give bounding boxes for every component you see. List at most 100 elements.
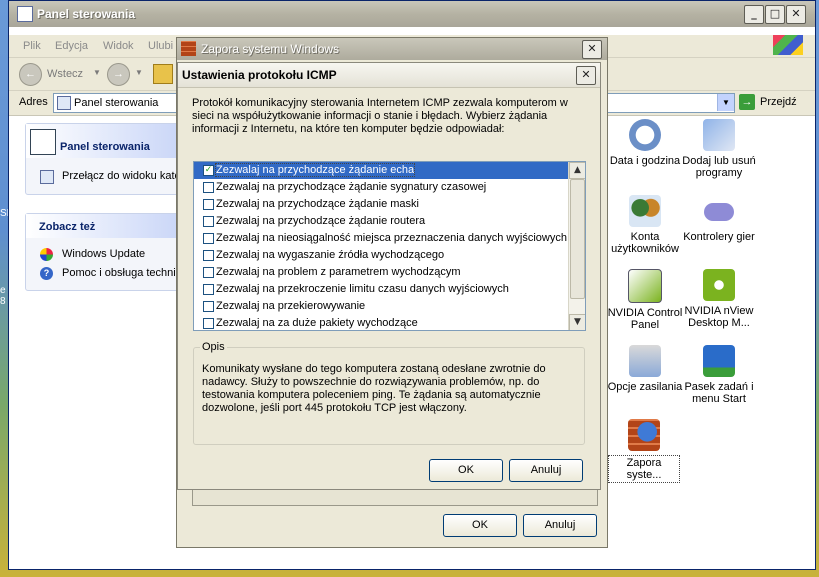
- icmp-option-row[interactable]: Zezwalaj na przekroczenie limitu czasu d…: [194, 281, 568, 298]
- close-button[interactable]: ✕: [576, 66, 596, 85]
- icon-label: Zapora syste...: [608, 455, 680, 483]
- icmp-option-label: Zezwalaj na za duże pakiety wychodzące: [216, 317, 418, 329]
- icmp-option-label: Zezwalaj na problem z parametrem wychodz…: [216, 266, 461, 278]
- power-icon: [629, 345, 661, 377]
- scroll-up-icon[interactable]: ▲: [569, 162, 585, 179]
- control-panel-icon: [30, 129, 56, 155]
- icmp-option-row[interactable]: ✓ Zezwalaj na przychodzące żądanie echa: [194, 162, 568, 179]
- icmp-option-row[interactable]: Zezwalaj na problem z parametrem wychodz…: [194, 264, 568, 281]
- icon-nvidia-control-panel[interactable]: NVIDIA Control Panel: [605, 269, 685, 331]
- user-accounts-icon: [629, 195, 661, 227]
- icmp-title-bar[interactable]: Ustawienia protokołu ICMP ✕: [178, 63, 600, 88]
- maximize-button[interactable]: □: [765, 5, 785, 24]
- menu-file[interactable]: Plik: [23, 40, 41, 52]
- icon-taskbar-start[interactable]: Pasek zadań i menu Start: [679, 345, 759, 405]
- back-button[interactable]: Wstecz: [47, 68, 83, 80]
- icon-label: Pasek zadań i menu Start: [684, 381, 754, 405]
- checkbox[interactable]: [203, 233, 214, 244]
- address-dropdown-icon[interactable]: ▼: [717, 94, 734, 111]
- checkbox[interactable]: ✓: [203, 165, 214, 176]
- firewall-icon: [181, 41, 196, 56]
- icmp-option-label: Zezwalaj na nieosiągalność miejsca przez…: [216, 232, 567, 244]
- menu-favorites[interactable]: Ulubi: [148, 40, 173, 52]
- windows-update-icon: [40, 248, 53, 261]
- checkbox[interactable]: [203, 267, 214, 278]
- icon-game-controllers[interactable]: Kontrolery gier: [679, 195, 759, 243]
- icmp-title: Ustawienia protokołu ICMP: [182, 68, 337, 82]
- icon-label: Konta użytkowników: [611, 231, 679, 255]
- forward-dropdown-icon[interactable]: ▼: [135, 68, 143, 77]
- side-panel: Panel sterowania Przełącz do widoku kate…: [25, 123, 192, 291]
- checkbox[interactable]: [203, 250, 214, 261]
- icon-user-accounts[interactable]: Konta użytkowników: [605, 195, 685, 255]
- side-panel-title: Panel sterowania: [60, 141, 150, 153]
- firewall-cancel-button[interactable]: Anuluj: [523, 514, 597, 537]
- icmp-option-label: Zezwalaj na przychodzące żądanie maski: [216, 198, 419, 210]
- close-button[interactable]: ✕: [582, 40, 602, 59]
- firewall-title: Zapora systemu Windows: [201, 42, 340, 56]
- taskbar-icon: [703, 345, 735, 377]
- back-dropdown-icon[interactable]: ▼: [93, 68, 101, 77]
- icmp-option-row[interactable]: Zezwalaj na przekierowywanie: [194, 298, 568, 315]
- scroll-down-icon[interactable]: ▼: [569, 314, 585, 330]
- go-arrow-icon[interactable]: →: [739, 94, 755, 110]
- icmp-option-row[interactable]: Zezwalaj na za duże pakiety wychodzące: [194, 315, 568, 330]
- checkbox[interactable]: [203, 182, 214, 193]
- scrollbar[interactable]: ▲ ▼: [568, 162, 585, 330]
- close-button[interactable]: ✕: [786, 5, 806, 24]
- icmp-option-label: Zezwalaj na przychodzące żądanie sygnatu…: [216, 181, 487, 193]
- icmp-settings-dialog: Ustawienia protokołu ICMP ✕ Protokół kom…: [177, 62, 601, 490]
- icmp-intro: Protokół komunikacyjny sterowania Intern…: [192, 97, 568, 135]
- icon-label: Dodaj lub usuń programy: [682, 155, 756, 179]
- up-folder-icon[interactable]: [153, 64, 173, 84]
- side-section-see-also: Zobacz też Windows Update ? Pomoc i obsł…: [25, 213, 192, 291]
- checkbox[interactable]: [203, 301, 214, 312]
- icmp-ok-button[interactable]: OK: [429, 459, 503, 482]
- icon-label: NVIDIA Control Panel: [607, 307, 683, 331]
- icmp-option-label: Zezwalaj na wygaszanie źródła wychodzące…: [216, 249, 445, 261]
- minimize-button[interactable]: _: [744, 5, 764, 24]
- icon-date-time[interactable]: Data i godzina: [605, 119, 685, 167]
- icon-power-options[interactable]: Opcje zasilania: [605, 345, 685, 393]
- checkbox[interactable]: [203, 318, 214, 329]
- icmp-option-row[interactable]: Zezwalaj na przychodzące żądanie sygnatu…: [194, 179, 568, 196]
- back-arrow-icon[interactable]: ←: [19, 63, 42, 86]
- icmp-option-row[interactable]: Zezwalaj na przychodzące żądanie routera: [194, 213, 568, 230]
- help-support-link[interactable]: Pomoc i obsługa technic: [62, 267, 181, 279]
- icmp-option-row[interactable]: Zezwalaj na wygaszanie źródła wychodzące…: [194, 247, 568, 264]
- icmp-option-label: Zezwalaj na przekierowywanie: [216, 300, 366, 312]
- icon-label: Opcje zasilania: [607, 381, 683, 393]
- icmp-option-row[interactable]: Zezwalaj na nieosiągalność miejsca przez…: [194, 230, 568, 247]
- firewall-ok-button[interactable]: OK: [443, 514, 517, 537]
- firewall-title-bar[interactable]: Zapora systemu Windows ✕: [177, 38, 607, 60]
- icmp-option-label: Zezwalaj na przychodzące żądanie echa: [214, 163, 416, 177]
- go-button[interactable]: Przejdź: [760, 96, 797, 108]
- nvidia-nview-icon: [703, 269, 735, 301]
- checkbox[interactable]: [203, 199, 214, 210]
- icmp-option-label: Zezwalaj na przychodzące żądanie routera: [216, 215, 426, 227]
- menu-edit[interactable]: Edycja: [55, 40, 88, 52]
- window-title: Panel sterowania: [37, 7, 136, 21]
- title-bar[interactable]: Panel sterowania _ □ ✕: [9, 1, 815, 27]
- windows-update-link[interactable]: Windows Update: [62, 248, 145, 260]
- control-panel-icon: [17, 6, 33, 22]
- icon-add-remove-programs[interactable]: Dodaj lub usuń programy: [679, 119, 759, 179]
- icon-label: NVIDIA nView Desktop M...: [684, 305, 754, 329]
- side-section-control-panel: Panel sterowania Przełącz do widoku kate: [25, 123, 192, 195]
- description-group: Opis Komunikaty wysłane do tego komputer…: [193, 341, 585, 445]
- forward-arrow-icon[interactable]: →: [107, 63, 130, 86]
- firewall-icon: [628, 419, 660, 451]
- switch-view-link[interactable]: Przełącz do widoku kate: [62, 170, 181, 182]
- scroll-thumb[interactable]: [570, 179, 585, 299]
- icmp-options-list[interactable]: ✓ Zezwalaj na przychodzące żądanie echa Ze…: [193, 161, 586, 331]
- icmp-cancel-button[interactable]: Anuluj: [509, 459, 583, 482]
- windows-logo-icon: [773, 35, 803, 55]
- icmp-option-row[interactable]: Zezwalaj na przychodzące żądanie maski: [194, 196, 568, 213]
- menu-view[interactable]: Widok: [103, 40, 134, 52]
- icon-windows-firewall[interactable]: Zapora syste...: [608, 419, 680, 483]
- icon-nvidia-nview[interactable]: NVIDIA nView Desktop M...: [679, 269, 759, 329]
- checkbox[interactable]: [203, 284, 214, 295]
- checkbox[interactable]: [203, 216, 214, 227]
- switch-view-icon: [40, 170, 54, 184]
- icon-grid: Data i godzina Dodaj lub usuń programy K…: [605, 119, 805, 499]
